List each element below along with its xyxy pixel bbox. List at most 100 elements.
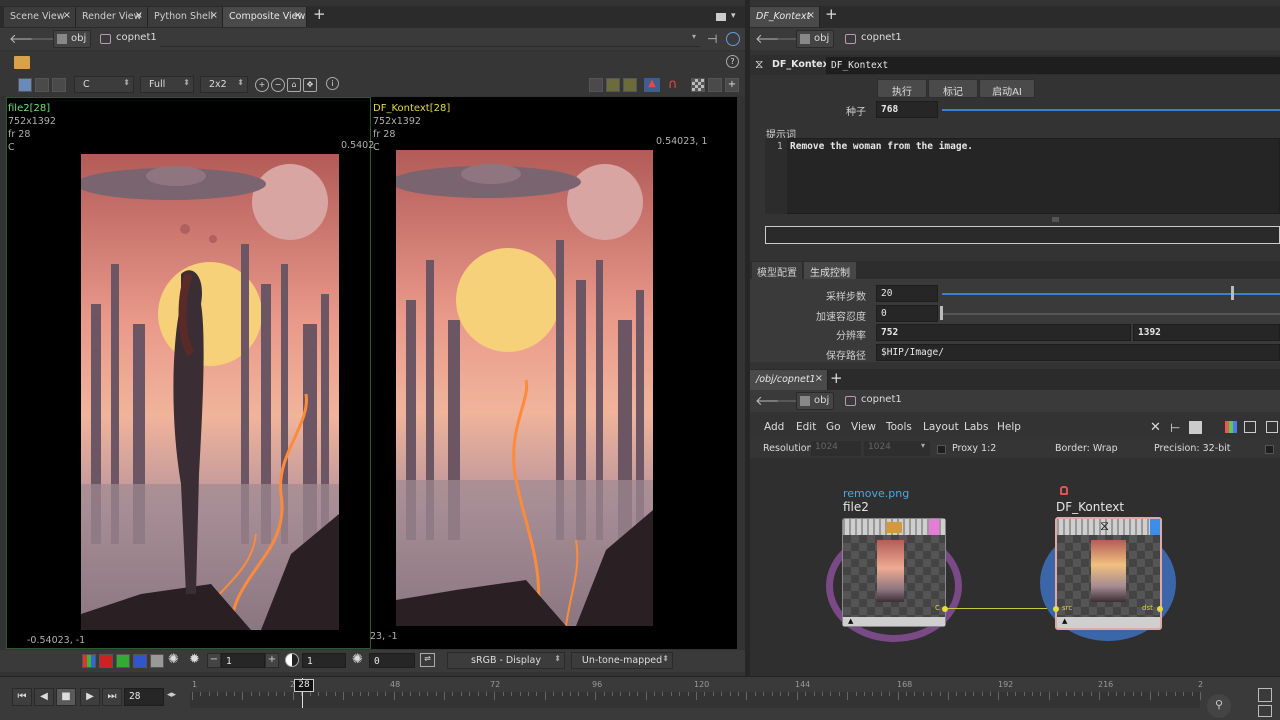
subtab-model-config[interactable]: 模型配置 [752,262,802,279]
lut-icon[interactable]: ✺ [352,652,363,667]
jump-start-button[interactable]: ⏮ [12,688,32,706]
display-dropdown[interactable]: sRGB - Display ⬍ [447,652,565,669]
seed-slider[interactable] [942,109,1280,111]
menu-layout[interactable]: Layout [923,421,959,433]
tab-copnet[interactable]: /obj/copnet1 × [750,370,828,390]
steps-field[interactable]: 20 [876,285,938,302]
menu-help[interactable]: Help [997,421,1021,433]
tone-dropdown[interactable]: Un-tone-mapped ⬍ [571,652,673,669]
accel-slider-handle[interactable] [940,306,943,320]
color-correct-icon[interactable]: ⇌ [420,653,435,667]
menu-add[interactable]: Add [764,421,784,433]
maximize-icon[interactable] [716,13,726,21]
close-icon[interactable]: × [210,10,218,21]
save-path-field[interactable]: $HIP/Image/ [876,344,1280,361]
blue-channel-icon[interactable] [133,654,147,668]
node-name-field[interactable]: DF_Kontext [826,57,1280,74]
help-icon[interactable]: ? [726,55,739,68]
steps-slider-handle[interactable] [1231,286,1234,300]
lock-icon[interactable] [1060,486,1068,495]
timeline-options-icon[interactable] [1258,705,1272,717]
pane-menu-icon[interactable]: ▾ [731,11,736,21]
path-copnet-label[interactable]: copnet1 [116,30,157,48]
grid-icon[interactable] [708,78,722,92]
menu-go[interactable]: Go [826,421,841,433]
res-dropdown-caret[interactable]: ▾ [921,441,925,450]
seed-field[interactable]: 768 [876,101,938,118]
plane-dropdown[interactable]: C ⬍ [74,76,134,93]
execute-button[interactable]: 执行 [877,79,927,98]
layout-quad-icon[interactable] [623,78,637,92]
jump-end-button[interactable]: ⏭ [102,688,122,706]
list-icon[interactable] [1189,421,1202,434]
res-height-field[interactable]: 1392 [1133,324,1280,341]
step-back-button[interactable]: ◀ [34,688,54,706]
tools-icon[interactable]: ✕ [1150,420,1161,435]
menu-view[interactable]: View [851,421,876,433]
layout-double-icon[interactable] [606,78,620,92]
home-icon[interactable]: ⌂ [287,78,301,92]
accel-slider-track[interactable] [942,313,1280,315]
step-frame-icons[interactable]: ◂▸ [167,690,176,700]
palette-icon[interactable] [1225,421,1237,433]
channel-view-icon[interactable] [52,78,66,92]
view-mode-icon[interactable] [18,78,32,92]
connection-wire[interactable] [948,608,1055,609]
link-icon[interactable] [726,32,740,46]
path-obj[interactable]: obj [53,30,91,48]
add-tab-icon[interactable]: + [825,5,838,23]
close-icon[interactable]: × [294,10,302,21]
path-obj[interactable]: obj [796,392,834,410]
car-icon[interactable]: ▲ [644,78,660,92]
zoom-in-icon[interactable]: + [255,78,269,92]
open-file-icon[interactable] [14,56,30,69]
accel-field[interactable]: 0 [876,305,938,322]
tab-render-view[interactable]: Render View × [76,7,148,27]
node-file2-output[interactable] [942,606,948,612]
minus-button[interactable]: − [207,653,221,668]
exposure-icon[interactable]: ✹ [189,652,200,667]
key-tool-icon[interactable]: ⚲ [1207,694,1231,718]
tab-composite-view[interactable]: Composite View × [223,7,307,27]
green-channel-icon[interactable] [116,654,130,668]
output-field[interactable] [765,226,1280,244]
steps-slider-track[interactable] [942,293,1280,295]
layout-dropdown[interactable]: 2x2 ⬍ [200,76,248,93]
red-channel-icon[interactable] [99,654,113,668]
plus-button[interactable]: + [265,653,279,668]
info-icon[interactable]: i [326,77,339,90]
start-ai-button[interactable]: 启动AI [979,79,1035,98]
close-icon[interactable]: × [807,10,815,21]
subtab-gen-control[interactable]: 生成控制 [804,262,856,279]
resolution-dropdown[interactable]: Full ⬍ [140,76,194,93]
gamma-field[interactable]: 1 [302,653,346,668]
lut-field[interactable]: 0 [369,653,415,668]
split-view-icon[interactable] [35,78,49,92]
brightness-icon[interactable]: ✺ [168,652,179,667]
exposure-field[interactable]: 1 [221,653,265,668]
prompt-resize-handle[interactable] [1052,217,1059,222]
path-dropdown[interactable]: ▾ [160,31,700,47]
magnet-icon[interactable]: ∩ [668,77,678,92]
gamma-icon[interactable] [285,653,299,667]
timeline-menu-icon[interactable] [1258,688,1272,702]
fit-view-icon[interactable]: ✥ [303,78,317,92]
grid-view-icon[interactable] [1244,421,1256,433]
add-tab-icon[interactable]: + [830,369,843,387]
node-kontext-flag[interactable] [1150,519,1160,535]
tab-python-shell[interactable]: Python Shell × [148,7,223,27]
more-icon[interactable] [1266,421,1278,433]
zoom-out-icon[interactable]: − [271,78,285,92]
play-button[interactable]: ▶ [80,688,100,706]
node-kontext-input[interactable] [1053,606,1059,612]
menu-edit[interactable]: Edit [796,421,816,433]
layout-single-icon[interactable] [589,78,603,92]
tree-icon[interactable]: ⊢ [1170,421,1180,435]
stop-button[interactable]: ■ [56,688,76,706]
res-w-field[interactable]: 1024 [811,441,861,456]
close-icon[interactable]: × [815,373,823,384]
close-icon[interactable]: × [135,10,143,21]
tab-scene-view[interactable]: Scene View × [4,7,76,27]
frame-field[interactable]: 28 [124,688,164,706]
alpha-channel-icon[interactable] [150,654,164,668]
